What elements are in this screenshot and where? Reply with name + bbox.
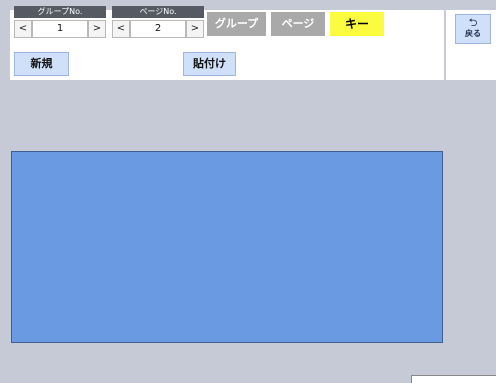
corner-panel-edge [411, 375, 496, 383]
new-button[interactable]: 新規 [14, 52, 69, 76]
back-button-label: 戻る [465, 29, 481, 38]
page-next-button[interactable]: > [186, 20, 204, 38]
group-next-button[interactable]: > [88, 20, 106, 38]
group-mode-button[interactable]: グループ [207, 12, 266, 36]
group-number-value[interactable]: 1 [32, 20, 88, 38]
group-number-stepper: グループNo. < 1 > [14, 6, 106, 40]
canvas-key-object[interactable] [11, 151, 443, 343]
page-number-stepper: ページNo. < 2 > [112, 6, 204, 40]
group-number-caption: グループNo. [14, 6, 106, 18]
back-button[interactable]: ⮌ 戻る [455, 14, 491, 44]
undo-arrow-icon: ⮌ [468, 16, 478, 29]
key-mode-button[interactable]: キー [330, 12, 384, 36]
page-mode-button[interactable]: ページ [271, 12, 325, 36]
page-number-caption: ページNo. [112, 6, 204, 18]
page-prev-button[interactable]: < [112, 20, 130, 38]
group-prev-button[interactable]: < [14, 20, 32, 38]
paste-button[interactable]: 貼付け [183, 52, 236, 76]
page-number-value[interactable]: 2 [130, 20, 186, 38]
